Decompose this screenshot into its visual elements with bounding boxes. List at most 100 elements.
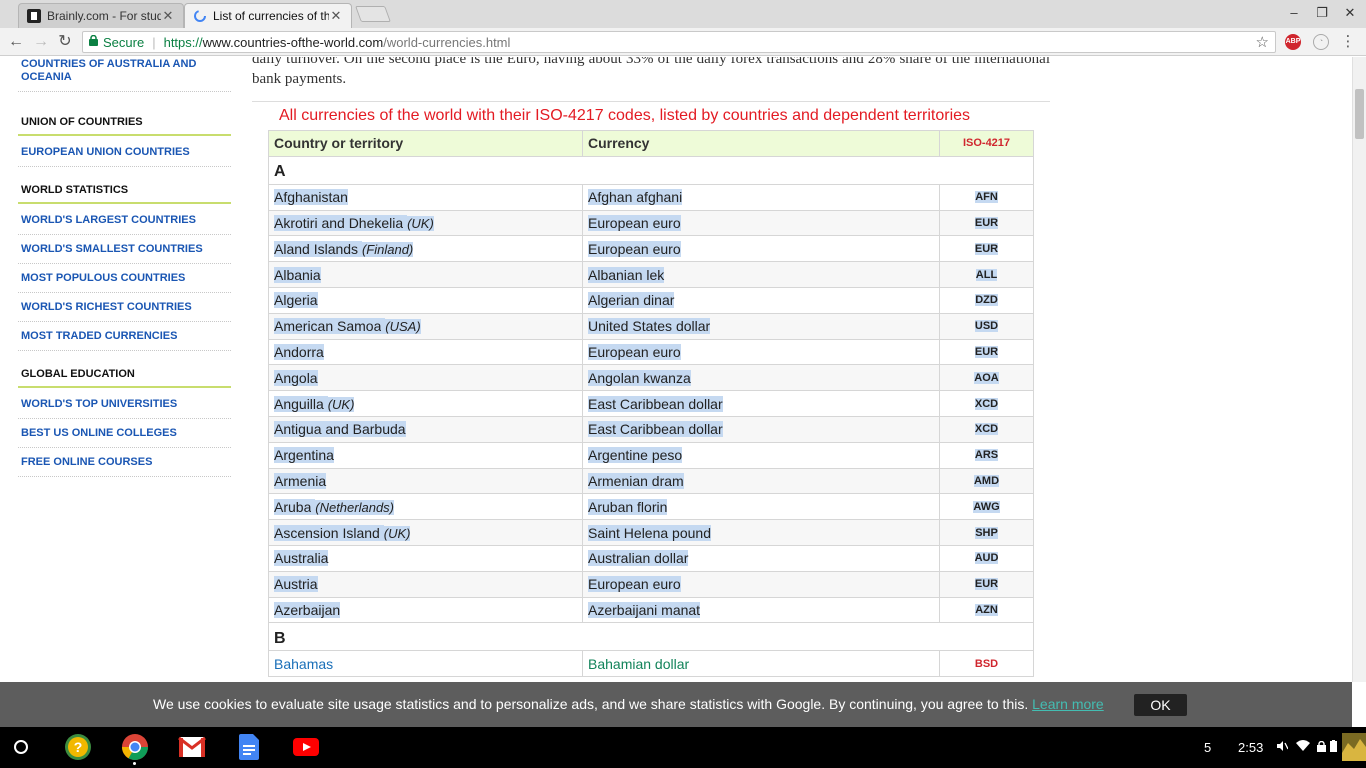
lock-icon xyxy=(89,34,98,49)
docs-icon[interactable] xyxy=(235,733,263,761)
iso-code-cell: EUR xyxy=(939,209,1034,237)
currency-cell: East Caribbean dollar xyxy=(582,390,940,417)
tab-brainly[interactable]: Brainly.com - For studen ✕ xyxy=(18,3,184,28)
currency-cell: European euro xyxy=(582,209,940,237)
iso-code-cell: SHP xyxy=(939,519,1034,546)
learn-more-link[interactable]: Learn more xyxy=(1032,696,1104,712)
table-row: Argentina Argentine peso ARS xyxy=(268,441,1034,469)
iso-code-cell: ALL xyxy=(939,261,1034,288)
url-path: /world-currencies.html xyxy=(383,34,511,50)
table-row: Antigua and Barbuda East Caribbean dollar… xyxy=(268,415,1034,443)
sidebar-link-smallest[interactable]: WORLD'S SMALLEST COUNTRIES xyxy=(18,239,231,264)
cookie-message-text: We use cookies to evaluate site usage st… xyxy=(153,696,1029,712)
country-cell: Australia xyxy=(268,544,583,572)
tab-currencies[interactable]: List of currencies of the w ✕ xyxy=(184,3,352,28)
table-row: Albania Albanian lek ALL xyxy=(268,261,1034,288)
extension-icon[interactable]: ◔ xyxy=(1313,34,1329,50)
address-bar[interactable]: Secure | https://www.countries-ofthe-wor… xyxy=(82,31,1276,53)
sidebar-link-online-colleges[interactable]: BEST US ONLINE COLLEGES xyxy=(18,423,231,448)
chrome-icon[interactable] xyxy=(121,733,149,761)
iso-code: SHP xyxy=(975,526,998,539)
user-avatar[interactable] xyxy=(1342,733,1366,764)
iso-code-cell: EUR xyxy=(939,338,1034,366)
sidebar-link-universities[interactable]: WORLD'S TOP UNIVERSITIES xyxy=(18,394,231,419)
iso-code: EUR xyxy=(974,345,999,358)
close-tab-icon[interactable]: ✕ xyxy=(161,8,175,24)
youtube-icon[interactable] xyxy=(292,733,320,761)
browser-toolbar: ← → ↻ Secure | https://www.countries-oft… xyxy=(0,28,1366,56)
restore-icon[interactable]: ❐ xyxy=(1312,4,1332,22)
table-row: Algeria Algerian dinar DZD xyxy=(268,286,1034,314)
gmail-icon[interactable] xyxy=(178,733,206,761)
country-name[interactable]: Bahamas xyxy=(274,656,333,672)
close-window-icon[interactable]: ✕ xyxy=(1340,4,1360,22)
table-row: Austria European euro EUR xyxy=(268,570,1034,598)
sidebar-link-australia-oceania[interactable]: COUNTRIES OF AUSTRALIA AND OCEANIA xyxy=(18,57,231,92)
back-icon[interactable]: ← xyxy=(6,32,26,52)
country-name: Akrotiri and Dhekelia xyxy=(274,214,404,231)
close-tab-icon[interactable]: ✕ xyxy=(329,8,343,24)
iso-code-cell: BSD xyxy=(939,650,1034,678)
forward-icon[interactable]: → xyxy=(31,32,51,52)
minimize-icon[interactable]: – xyxy=(1284,4,1304,22)
country-name: American Samoa xyxy=(274,318,382,335)
country-note: (Netherlands) xyxy=(315,499,395,515)
currency-name: Azerbaijani manat xyxy=(588,601,701,618)
country-name: Anguilla xyxy=(274,395,324,412)
sidebar-link-traded-currencies[interactable]: MOST TRADED CURRENCIES xyxy=(18,326,231,351)
currency-cell: European euro xyxy=(582,235,940,263)
bookmark-star-icon[interactable]: ☆ xyxy=(1256,33,1269,51)
currency-name: East Caribbean dollar xyxy=(588,421,723,438)
web-page: COUNTRIES OF AUSTRALIA AND OCEANIA UNION… xyxy=(0,57,1352,682)
table-row: Armenia Armenian dram AMD xyxy=(268,467,1034,495)
battery-icon xyxy=(1330,740,1337,755)
currency-cell: Angolan kwanza xyxy=(582,364,940,392)
system-tray[interactable]: 5 2:53 xyxy=(1186,727,1366,768)
table-header-row: Country or territory Currency ISO-4217 xyxy=(268,130,1034,157)
header-currency: Currency xyxy=(582,130,940,157)
sidebar-link-populous[interactable]: MOST POPULOUS COUNTRIES xyxy=(18,268,231,293)
country-cell: Bahamas xyxy=(268,650,583,678)
reload-icon[interactable]: ↻ xyxy=(55,32,75,52)
secure-label: Secure xyxy=(103,34,145,50)
currency-cell: Albanian lek xyxy=(582,261,940,288)
country-cell: Azerbaijan xyxy=(268,596,583,624)
country-name: Andorra xyxy=(274,343,324,360)
iso-code-cell: DZD xyxy=(939,286,1034,314)
help-icon[interactable]: ? xyxy=(64,733,92,761)
country-name: Angola xyxy=(274,369,318,386)
country-cell: Akrotiri and Dhekelia (UK) xyxy=(268,209,583,237)
page-scrollbar[interactable] xyxy=(1352,57,1366,682)
table-row: Ascension Island (UK) Saint Helena pound S… xyxy=(268,519,1034,546)
sidebar-link-richest[interactable]: WORLD'S RICHEST COUNTRIES xyxy=(18,297,231,322)
iso-code: AZN xyxy=(975,603,998,616)
table-row: American Samoa (USA) United States dollar… xyxy=(268,312,1034,340)
launcher-icon[interactable] xyxy=(7,733,35,761)
cookie-ok-button[interactable]: OK xyxy=(1134,694,1187,716)
sidebar-link-online-courses[interactable]: FREE ONLINE COURSES xyxy=(18,452,231,477)
currency-cell: Bahamian dollar xyxy=(582,650,940,678)
sidebar-link-eu-countries[interactable]: EUROPEAN UNION COUNTRIES xyxy=(18,142,231,167)
currency-name: Algerian dinar xyxy=(588,292,675,309)
table-row: Anguilla (UK) East Caribbean dollar XCD xyxy=(268,390,1034,417)
currency-name[interactable]: Bahamian dollar xyxy=(588,656,689,672)
cookie-consent-bar: We use cookies to evaluate site usage st… xyxy=(0,682,1352,727)
iso-code: EUR xyxy=(974,578,999,591)
currency-cell: European euro xyxy=(582,338,940,366)
table-row: Angola Angolan kwanza AOA xyxy=(268,364,1034,392)
currency-name: Afghan afghani xyxy=(588,189,683,206)
letter-label: B xyxy=(268,622,1034,652)
menu-icon[interactable]: ⋮ xyxy=(1338,32,1358,52)
adblock-label: ABP xyxy=(1285,38,1301,45)
clock[interactable]: 2:53 xyxy=(1238,740,1263,755)
currency-name: Albanian lek xyxy=(588,266,665,283)
notification-count[interactable]: 5 xyxy=(1204,740,1211,755)
adblock-plus-icon[interactable]: ABP xyxy=(1285,34,1301,50)
country-cell: Albania xyxy=(268,261,583,288)
country-cell: Algeria xyxy=(268,286,583,314)
new-tab-button[interactable] xyxy=(355,6,391,22)
sidebar-link-largest[interactable]: WORLD'S LARGEST COUNTRIES xyxy=(18,210,231,235)
iso-code-cell: XCD xyxy=(939,415,1034,443)
iso-code: USD xyxy=(974,320,999,333)
scrollbar-thumb[interactable] xyxy=(1355,89,1364,139)
